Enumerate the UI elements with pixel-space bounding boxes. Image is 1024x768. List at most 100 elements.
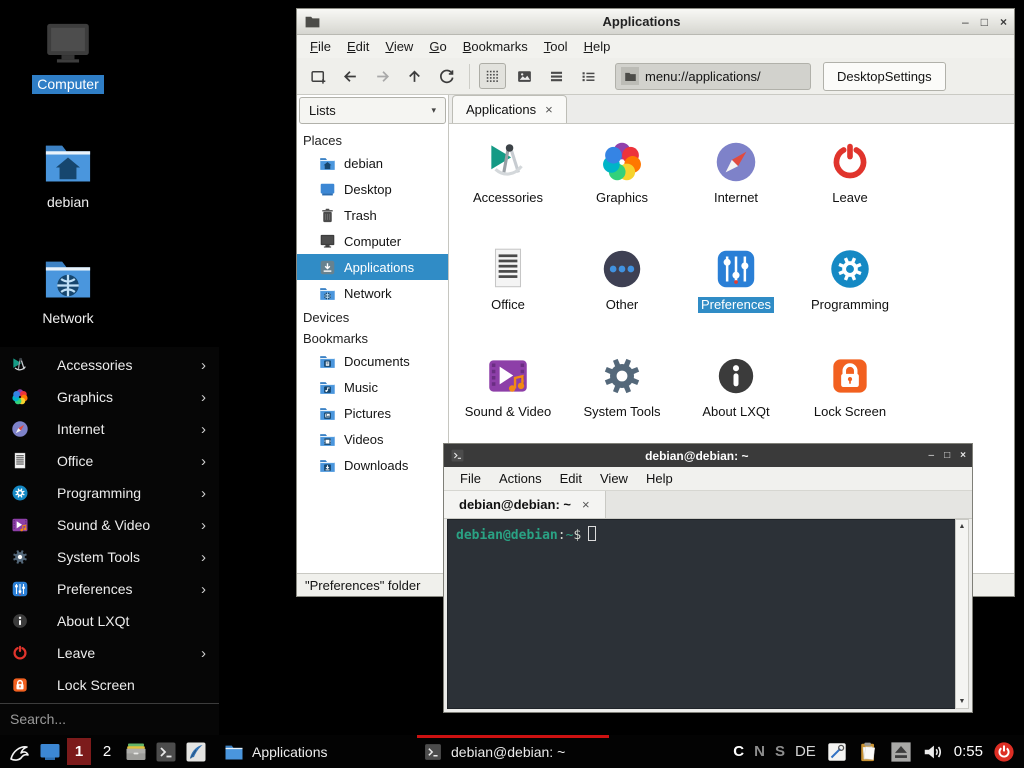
keyboard-indicator-s[interactable]: S [775, 743, 785, 760]
app-menu-item-sound-video[interactable]: Sound & Video› [0, 509, 219, 541]
grid-item-leave[interactable]: Leave [793, 134, 907, 241]
power-button[interactable] [993, 741, 1015, 763]
terminal-menu-help[interactable]: Help [637, 469, 682, 488]
show-desktop-button[interactable] [35, 735, 65, 768]
new-tab-button[interactable] [305, 63, 332, 89]
up-button[interactable] [401, 63, 428, 89]
fm-menu-file[interactable]: File [302, 37, 339, 56]
tray-screenshot-icon[interactable] [826, 741, 848, 763]
fm-menu-view[interactable]: View [377, 37, 421, 56]
tab-close-icon[interactable]: × [582, 497, 590, 512]
maximize-button[interactable]: □ [944, 450, 950, 461]
grid-item-office[interactable]: Office [451, 241, 565, 348]
grid-item-system-tools[interactable]: System Tools [565, 348, 679, 455]
grid-item-graphics[interactable]: Graphics [565, 134, 679, 241]
sidebar-item-videos[interactable]: Videos [297, 426, 448, 452]
sidebar-item-desktop[interactable]: Desktop [297, 176, 448, 202]
clock[interactable]: 0:55 [954, 743, 983, 760]
fm-menu-tool[interactable]: Tool [536, 37, 576, 56]
workspace-1[interactable]: 1 [67, 738, 91, 765]
side-pane-mode-select[interactable]: Lists ▾ [299, 97, 446, 124]
sidebar-item-trash[interactable]: Trash [297, 202, 448, 228]
fm-menu-edit[interactable]: Edit [339, 37, 377, 56]
back-button[interactable] [337, 63, 364, 89]
workspace-2[interactable]: 2 [95, 738, 119, 765]
app-menu-item-internet[interactable]: Internet› [0, 413, 219, 445]
compact-view-button[interactable] [543, 63, 570, 89]
folder-pictures-icon [319, 405, 336, 422]
desktop-icon-debian[interactable]: debian [16, 136, 120, 212]
sidebar-item-applications[interactable]: Applications [297, 254, 448, 280]
fm-menu-help[interactable]: Help [576, 37, 619, 56]
forward-button[interactable] [369, 63, 396, 89]
taskbar-task-debian-debian[interactable]: debian@debian: ~ [417, 735, 609, 768]
desktop-icon-network[interactable]: Network [16, 252, 120, 328]
search-input[interactable]: Search... [0, 704, 219, 733]
quicklaunch-qterminal[interactable] [151, 735, 181, 768]
terminal-menu-view[interactable]: View [591, 469, 637, 488]
sidebar-item-music[interactable]: Music [297, 374, 448, 400]
app-menu-item-accessories[interactable]: Accessories› [0, 349, 219, 381]
sidebar-item-documents[interactable]: Documents [297, 348, 448, 374]
tab-applications[interactable]: Applications × [452, 95, 567, 123]
tab-close-icon[interactable]: × [545, 102, 553, 117]
terminal-titlebar[interactable]: debian@debian: ~ – □ × [444, 444, 972, 467]
app-menu-item-office[interactable]: Office› [0, 445, 219, 477]
minimize-button[interactable]: – [929, 450, 935, 461]
app-menu-item-graphics[interactable]: Graphics› [0, 381, 219, 413]
tray-eject-icon[interactable] [890, 741, 912, 763]
grid-item-programming[interactable]: Programming [793, 241, 907, 348]
sidebar-item-downloads[interactable]: Downloads [297, 452, 448, 478]
app-menu-item-lock-screen[interactable]: Lock Screen [0, 669, 219, 701]
terminal-scrollbar[interactable]: ▲ ▼ [955, 519, 969, 709]
grid-item-about-lxqt[interactable]: About LXQt [679, 348, 793, 455]
reload-button[interactable] [433, 63, 460, 89]
grid-item-sound-video[interactable]: Sound & Video [451, 348, 565, 455]
terminal-menu-file[interactable]: File [451, 469, 490, 488]
desktop-icon-computer[interactable]: Computer [16, 18, 120, 94]
maximize-button[interactable]: □ [981, 16, 988, 28]
fm-menu-bookmarks[interactable]: Bookmarks [455, 37, 536, 56]
app-menu-button[interactable] [5, 735, 35, 768]
thumbnail-view-button[interactable] [511, 63, 538, 89]
grid-item-preferences[interactable]: Preferences [679, 241, 793, 348]
scroll-up-icon[interactable]: ▲ [959, 520, 966, 533]
app-menu-item-leave[interactable]: Leave› [0, 637, 219, 669]
app-menu-item-preferences[interactable]: Preferences› [0, 573, 219, 605]
fm-menu-go[interactable]: Go [421, 37, 454, 56]
file-manager-titlebar[interactable]: Applications – □ × [297, 9, 1014, 35]
app-menu-item-programming[interactable]: Programming› [0, 477, 219, 509]
app-menu-popup: Accessories›Graphics›Internet›Office›Pro… [0, 347, 219, 735]
terminal-menu-actions[interactable]: Actions [490, 469, 551, 488]
grid-item-internet[interactable]: Internet [679, 134, 793, 241]
cat-leave-icon [825, 137, 875, 187]
sidebar-item-computer[interactable]: Computer [297, 228, 448, 254]
tray-volume-icon[interactable] [922, 741, 944, 763]
keyboard-layout[interactable]: DE [795, 743, 816, 760]
grid-item-lock-screen[interactable]: Lock Screen [793, 348, 907, 455]
path-bar[interactable]: menu://applications/ [615, 63, 811, 90]
keyboard-indicator-c[interactable]: C [733, 743, 744, 760]
minimize-button[interactable]: – [962, 16, 969, 28]
app-menu-item-system-tools[interactable]: System Tools› [0, 541, 219, 573]
keyboard-indicator-n[interactable]: N [754, 743, 765, 760]
close-button[interactable]: × [1000, 16, 1007, 28]
sidebar-item-network[interactable]: Network [297, 280, 448, 306]
sidebar-item-pictures[interactable]: Pictures [297, 400, 448, 426]
quicklaunch-featherpad[interactable] [181, 735, 211, 768]
terminal-screen[interactable]: debian@debian:~$ [447, 519, 955, 709]
close-button[interactable]: × [960, 450, 966, 461]
icon-view-button[interactable] [479, 63, 506, 89]
taskbar-task-applications[interactable]: Applications [218, 735, 410, 768]
quicklaunch-pcmanfm[interactable] [121, 735, 151, 768]
scroll-down-icon[interactable]: ▼ [959, 695, 966, 708]
detailed-view-button[interactable] [575, 63, 602, 89]
desktop-settings-button[interactable]: DesktopSettings [823, 62, 946, 91]
sidebar-item-debian[interactable]: debian [297, 150, 448, 176]
grid-item-accessories[interactable]: Accessories [451, 134, 565, 241]
tray-clipboard-icon[interactable] [858, 741, 880, 763]
app-menu-item-about-lxqt[interactable]: About LXQt [0, 605, 219, 637]
terminal-menu-edit[interactable]: Edit [551, 469, 591, 488]
grid-item-other[interactable]: Other [565, 241, 679, 348]
terminal-tab[interactable]: debian@debian: ~ × [444, 491, 606, 518]
